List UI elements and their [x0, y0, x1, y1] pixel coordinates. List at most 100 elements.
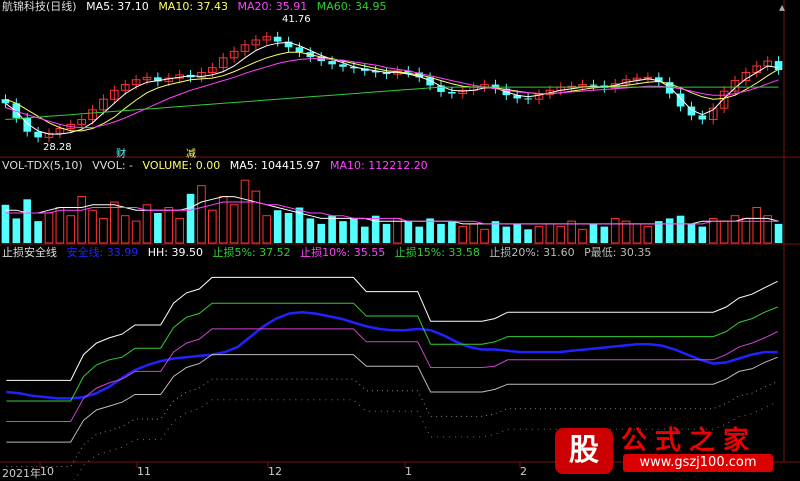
watermark-title: 公式之家	[621, 426, 758, 456]
volume-bar	[415, 226, 424, 243]
stoploss-line-3	[6, 328, 778, 422]
candle-body	[698, 115, 707, 120]
volume-bar	[154, 212, 162, 243]
volume-bar	[698, 226, 707, 243]
volume-bar	[654, 221, 663, 243]
volume-bar	[229, 204, 239, 244]
stoploss-line-1	[6, 276, 778, 381]
candle-body	[448, 91, 456, 94]
volume-bar	[643, 226, 653, 244]
x-label-year: 2021年	[2, 467, 41, 480]
volume-bar	[262, 215, 272, 244]
low-annotation: 28.28	[43, 142, 72, 153]
volume-bar	[175, 217, 184, 244]
volume-bar	[665, 218, 674, 243]
x-label-oct: 10	[40, 465, 54, 478]
volume-panel-header: VOL-TDX(5,10) VVOL: - VOLUME: 0.00 MA5: …	[2, 159, 434, 173]
volume-bar	[197, 185, 206, 244]
volume-bar	[34, 221, 42, 243]
chevron-up-icon[interactable]: ▴	[779, 0, 785, 14]
vol-indicator-name[interactable]: VOL-TDX(5,10)	[2, 159, 83, 172]
vvol-label: VVOL: -	[92, 159, 134, 172]
vol-ma10-label: MA10: 112212.20	[329, 159, 428, 172]
stop10-label: 止损10%: 35.55	[300, 246, 386, 259]
volume-bar	[556, 226, 566, 244]
volume-bar	[578, 228, 587, 244]
volume-bar	[600, 226, 609, 243]
volume-bar	[66, 215, 76, 244]
volume-bar	[610, 217, 620, 244]
volume-bar	[12, 218, 21, 243]
candle-body	[328, 61, 336, 65]
volume-bar	[480, 228, 489, 244]
volume-bar	[491, 221, 500, 243]
volume-bar	[426, 218, 434, 243]
stock-name[interactable]: 航锦科技(日线)	[2, 0, 77, 13]
volume-bar	[502, 226, 511, 243]
volume-bar	[371, 215, 380, 243]
chart-svg	[0, 0, 800, 480]
volume-bar	[273, 210, 282, 243]
reduce-annotation[interactable]: 减	[186, 145, 196, 160]
volume-bar	[513, 223, 522, 243]
volume-bar	[186, 193, 195, 243]
volume-bar	[687, 223, 696, 243]
volume-bar	[110, 201, 119, 244]
finance-annotation[interactable]: 财	[116, 145, 126, 160]
volume-bar	[251, 190, 261, 244]
volume-bar	[360, 226, 369, 243]
volume-bar	[55, 207, 65, 244]
volume-bar	[77, 196, 86, 244]
stoploss-indicator-name[interactable]: 止损安全线	[2, 246, 57, 259]
ma-line-ma20	[5, 58, 779, 129]
safe-line-label: 安全线: 33.99	[66, 246, 139, 259]
volume-bar	[545, 223, 555, 244]
candle-body	[34, 131, 42, 138]
candle-body	[774, 61, 783, 71]
volume-bar	[350, 218, 358, 243]
volume-bar	[339, 221, 347, 243]
volume-bar	[284, 212, 293, 243]
ma60-label: MA60: 34.95	[316, 0, 387, 13]
x-label-nov: 11	[137, 465, 151, 478]
volume-bar	[99, 217, 108, 244]
volume-bar	[730, 215, 740, 244]
volume-bar	[676, 215, 685, 243]
vol-ma5-label: MA5: 104415.97	[229, 159, 321, 172]
volume-bar	[621, 220, 631, 244]
candle-body	[273, 36, 282, 42]
volume-bar	[328, 215, 336, 243]
candle-body	[643, 76, 653, 79]
watermark-logo: 股	[555, 428, 613, 474]
volume-bar	[240, 179, 250, 244]
watermark: 股 公式之家 www.gszj100.com	[555, 420, 777, 478]
volume-bar	[164, 207, 174, 244]
volume-bar	[534, 226, 544, 244]
volume-bar	[567, 220, 576, 244]
ma-line-ma60	[5, 86, 779, 120]
ma10-label: MA10: 37.43	[158, 0, 229, 13]
volume-bar	[382, 223, 391, 243]
volume-bar	[632, 223, 642, 244]
volume-bar	[469, 223, 478, 244]
volume-bar	[719, 220, 729, 244]
volume-bar	[23, 199, 32, 243]
stoploss-line-0	[6, 310, 778, 400]
x-label-dec: 12	[268, 465, 282, 478]
volume-bar	[88, 209, 97, 244]
volume-bar	[393, 217, 402, 244]
stop15-label: 止损15%: 33.58	[394, 246, 480, 259]
watermark-url: www.gszj100.com	[623, 454, 773, 472]
volume-label: VOLUME: 0.00	[142, 159, 221, 172]
stop5-label: 止损5%: 37.52	[212, 246, 291, 259]
stop20-label: 止损20%: 31.60	[489, 246, 575, 259]
hh-label: HH: 39.50	[147, 246, 203, 259]
stoploss-line-2	[6, 302, 778, 402]
volume-bar	[218, 196, 228, 244]
volume-bar	[437, 223, 445, 243]
ma5-label: MA5: 37.10	[86, 0, 149, 13]
volume-bar	[317, 223, 326, 243]
volume-bar	[404, 221, 413, 243]
pmin-label: P最低: 30.35	[584, 246, 652, 259]
volume-bar	[524, 229, 532, 243]
